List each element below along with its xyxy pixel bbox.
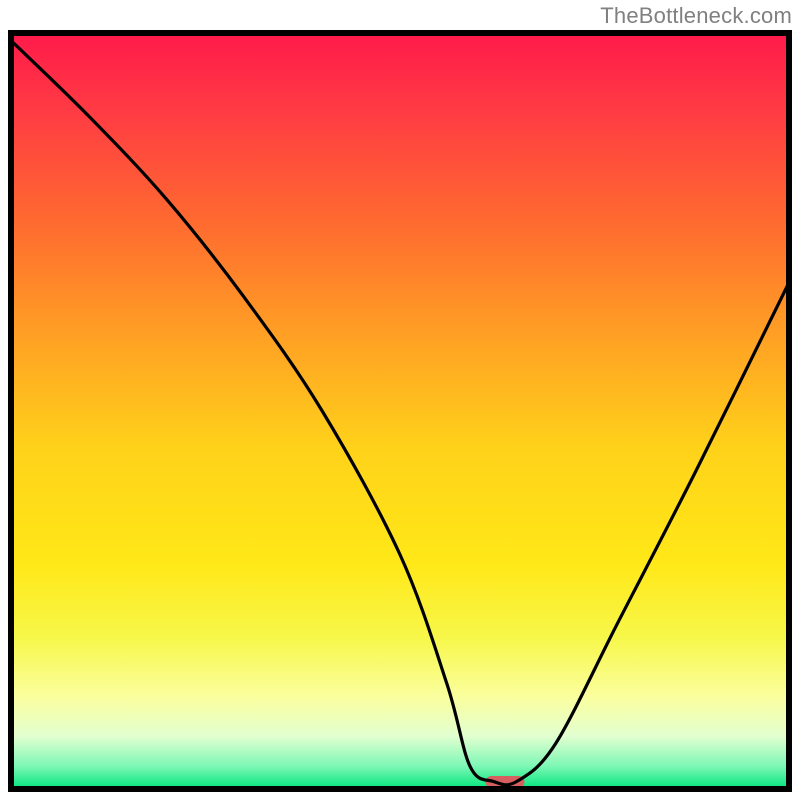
gradient-background (11, 33, 789, 789)
bottleneck-chart (8, 30, 792, 792)
chart-stage: TheBottleneck.com (0, 0, 800, 800)
watermark-text: TheBottleneck.com (600, 3, 792, 29)
plot-area (8, 30, 792, 792)
